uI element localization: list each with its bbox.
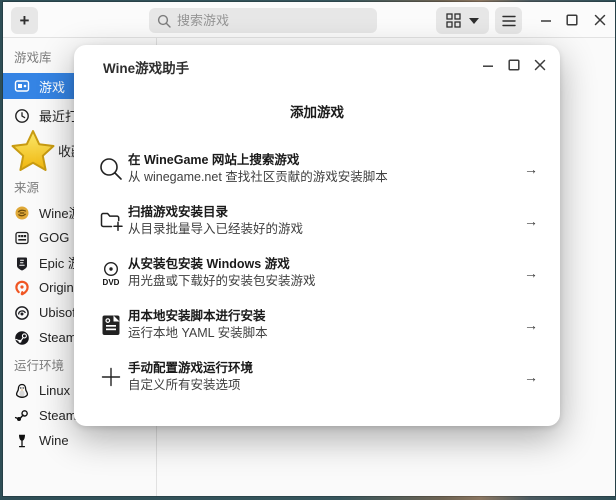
option-title: 从安装包安装 Windows 游戏 [128,256,524,273]
grid-view-icon [446,13,461,28]
hamburger-icon [502,15,516,27]
linux-icon [14,383,30,399]
option-title: 手动配置游戏运行环境 [128,360,524,377]
option-scan-directory[interactable]: 扫描游戏安装目录 从目录批量导入已经装好的游戏 → [97,204,538,238]
sidebar-item-label: 游戏 [39,77,65,96]
arrow-right-icon: → [524,369,538,385]
view-toggle-button[interactable] [436,7,489,34]
winegame-icon [14,205,30,221]
folder-add-icon [97,208,124,234]
window-maximize-button[interactable] [560,8,584,32]
option-subtitle: 运行本地 YAML 安装脚本 [128,325,524,342]
dialog-window-controls [476,53,552,77]
clock-icon [14,108,30,124]
origin-icon [14,280,30,296]
menu-button[interactable] [495,7,522,34]
search-box[interactable] [149,8,377,33]
minimize-icon [481,58,495,72]
epic-icon [14,255,30,271]
close-icon [593,13,607,27]
option-subtitle: 用光盘或下载好的安装包安装游戏 [128,273,524,290]
search-icon [157,14,171,28]
headerbar: + [3,2,615,38]
chevron-down-icon [469,18,479,24]
window-close-button[interactable] [588,8,612,32]
option-manual-configure[interactable]: 手动配置游戏运行环境 自定义所有安装选项 → [97,360,538,394]
sidebar-item-label: Origin [39,280,74,295]
option-title: 用本地安装脚本进行安装 [128,308,524,325]
steam-icon [14,330,30,346]
option-title: 在 WineGame 网站上搜索游戏 [128,152,524,169]
arrow-right-icon: → [524,265,538,281]
steam-runtime-icon [14,408,30,424]
dvd-icon: DVD [97,260,124,287]
script-icon [97,312,124,338]
add-game-button[interactable]: + [11,7,38,34]
option-subtitle: 自定义所有安装选项 [128,377,524,394]
desktop: + [0,0,616,500]
dialog-heading: 添加游戏 [74,101,560,121]
star-icon [10,128,55,172]
gog-icon [14,230,30,246]
dialog-header[interactable]: Wine游戏助手 [74,45,560,85]
option-install-from-setup[interactable]: DVD 从安装包安装 Windows 游戏 用光盘或下载好的安装包安装游戏 → [97,256,538,290]
wine-icon [14,433,30,449]
sidebar-item-label: GOG [39,230,69,245]
minimize-icon [539,13,553,27]
dialog-minimize-button[interactable] [476,53,500,77]
dialog-maximize-button[interactable] [502,53,526,77]
option-local-script[interactable]: 用本地安装脚本进行安装 运行本地 YAML 安装脚本 → [97,308,538,342]
dialog-close-button[interactable] [528,53,552,77]
dialog-title: Wine游戏助手 [103,57,189,77]
search-input[interactable] [177,13,369,28]
maximize-icon [565,13,579,27]
option-subtitle: 从目录批量导入已经装好的游戏 [128,221,524,238]
sidebar-item-label: Wine [39,433,69,448]
arrow-right-icon: → [524,161,538,177]
sidebar-item-label: Linux [39,383,70,398]
sidebar-item-label: Steam [39,330,77,345]
maximize-icon [507,58,521,72]
arrow-right-icon: → [524,317,538,333]
window-minimize-button[interactable] [534,8,558,32]
sidebar-item-wine[interactable]: Wine [3,428,156,453]
option-subtitle: 从 winegame.net 查找社区贡献的游戏安装脚本 [128,169,524,186]
sidebar-item-label: Steam [39,408,77,423]
ubisoft-icon [14,305,30,321]
search-icon [97,156,124,182]
plus-icon [97,364,124,390]
option-search-winegame[interactable]: 在 WineGame 网站上搜索游戏 从 winegame.net 查找社区贡献… [97,152,538,186]
add-game-dialog: Wine游戏助手 [74,45,560,426]
svg-text:DVD: DVD [102,278,119,287]
option-title: 扫描游戏安装目录 [128,204,524,221]
arrow-right-icon: → [524,213,538,229]
close-icon [533,58,547,72]
add-game-options: 在 WineGame 网站上搜索游戏 从 winegame.net 查找社区贡献… [74,152,560,394]
games-icon [14,78,30,94]
